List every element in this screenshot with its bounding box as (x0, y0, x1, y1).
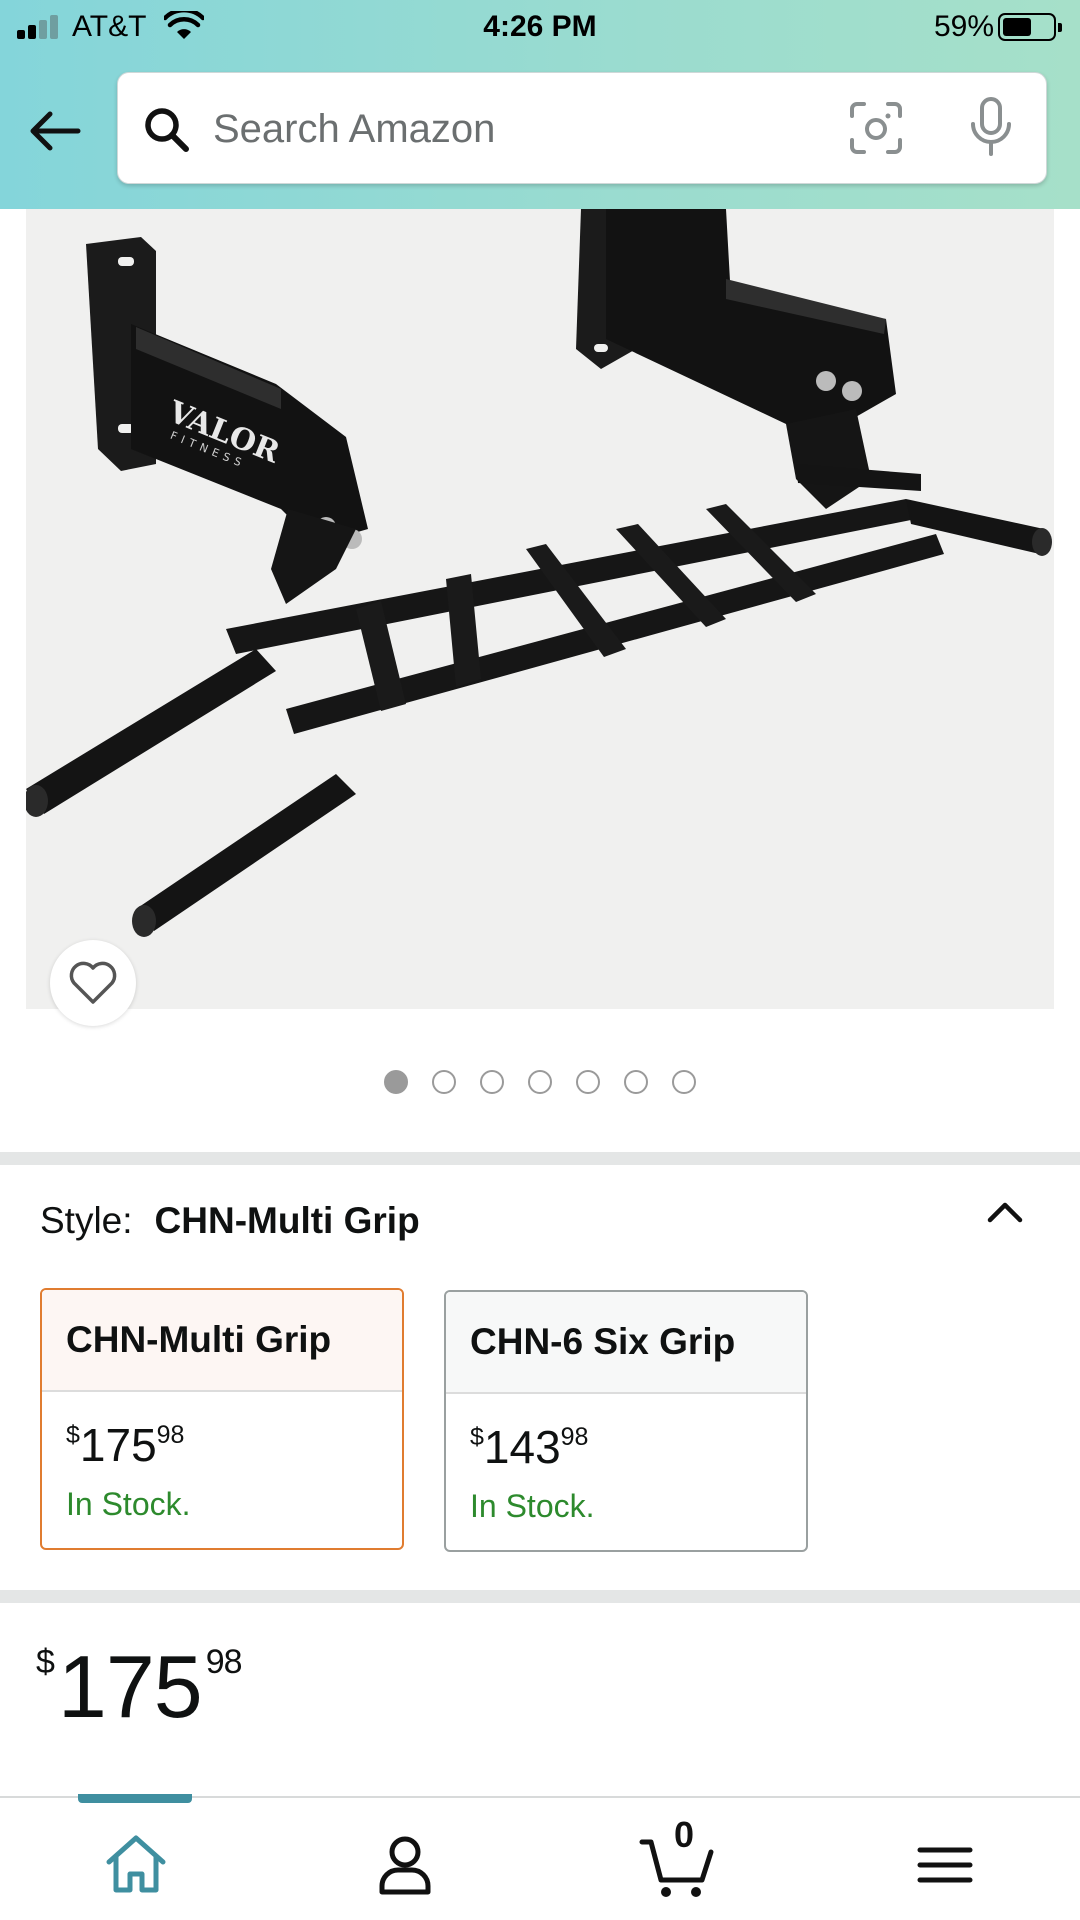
search-icon (145, 108, 189, 152)
camera-scan-icon[interactable] (848, 100, 904, 156)
home-icon[interactable] (99, 1828, 173, 1902)
cart-count-badge: 0 (673, 1814, 695, 1855)
style-option-name: CHN-Multi Grip (42, 1290, 402, 1392)
style-option-six-grip[interactable]: CHN-6 Six Grip $14398 In Stock. (444, 1290, 808, 1552)
style-option-name: CHN-6 Six Grip (446, 1292, 806, 1394)
image-carousel-indicator (0, 1070, 1080, 1096)
carousel-dot[interactable] (672, 1070, 696, 1094)
stock-status: In Stock. (66, 1486, 191, 1522)
style-option-price: $17598 (66, 1419, 185, 1471)
pull-up-bar-illustration: VALOR FITNESS (26, 209, 1052, 937)
back-arrow-icon[interactable] (24, 99, 88, 163)
clock: 4:26 PM (483, 10, 597, 43)
style-selected-value: CHN-Multi Grip (154, 1200, 420, 1241)
microphone-icon[interactable] (968, 96, 1014, 158)
heart-outline-icon (69, 961, 117, 1004)
active-tab-indicator (78, 1794, 192, 1803)
section-divider (0, 1590, 1080, 1603)
search-input[interactable] (213, 99, 773, 159)
carousel-dot[interactable] (528, 1070, 552, 1094)
carousel-dot[interactable] (480, 1070, 504, 1094)
carousel-dot[interactable] (624, 1070, 648, 1094)
battery-percent: 59% (933, 10, 994, 43)
bottom-navigation: 0 (0, 1794, 1080, 1920)
chevron-up-icon[interactable] (980, 1192, 1030, 1232)
status-bar: AT&T 4:26 PM 59% (0, 0, 1080, 56)
style-option-multi-grip[interactable]: CHN-Multi Grip $17598 In Stock. (40, 1288, 404, 1550)
carousel-dot[interactable] (384, 1070, 408, 1094)
app-header: AT&T 4:26 PM 59% (0, 0, 1080, 209)
product-price: $175 98 (36, 1637, 243, 1736)
product-image[interactable]: VALOR FITNESS (26, 209, 1054, 1009)
search-bar[interactable] (117, 72, 1047, 184)
favorite-button[interactable] (50, 940, 136, 1026)
menu-icon[interactable] (908, 1828, 982, 1902)
style-label: Style: (40, 1200, 133, 1241)
stock-status: In Stock. (470, 1488, 595, 1524)
section-divider (0, 1152, 1080, 1165)
battery-icon (998, 13, 1062, 41)
account-icon[interactable] (368, 1828, 442, 1902)
carousel-dot[interactable] (576, 1070, 600, 1094)
carousel-dot[interactable] (432, 1070, 456, 1094)
product-image-area: VALOR FITNESS (0, 209, 1080, 1009)
style-option-price: $14398 (470, 1421, 589, 1473)
style-selector-header: Style: CHN-Multi Grip (40, 1200, 420, 1242)
